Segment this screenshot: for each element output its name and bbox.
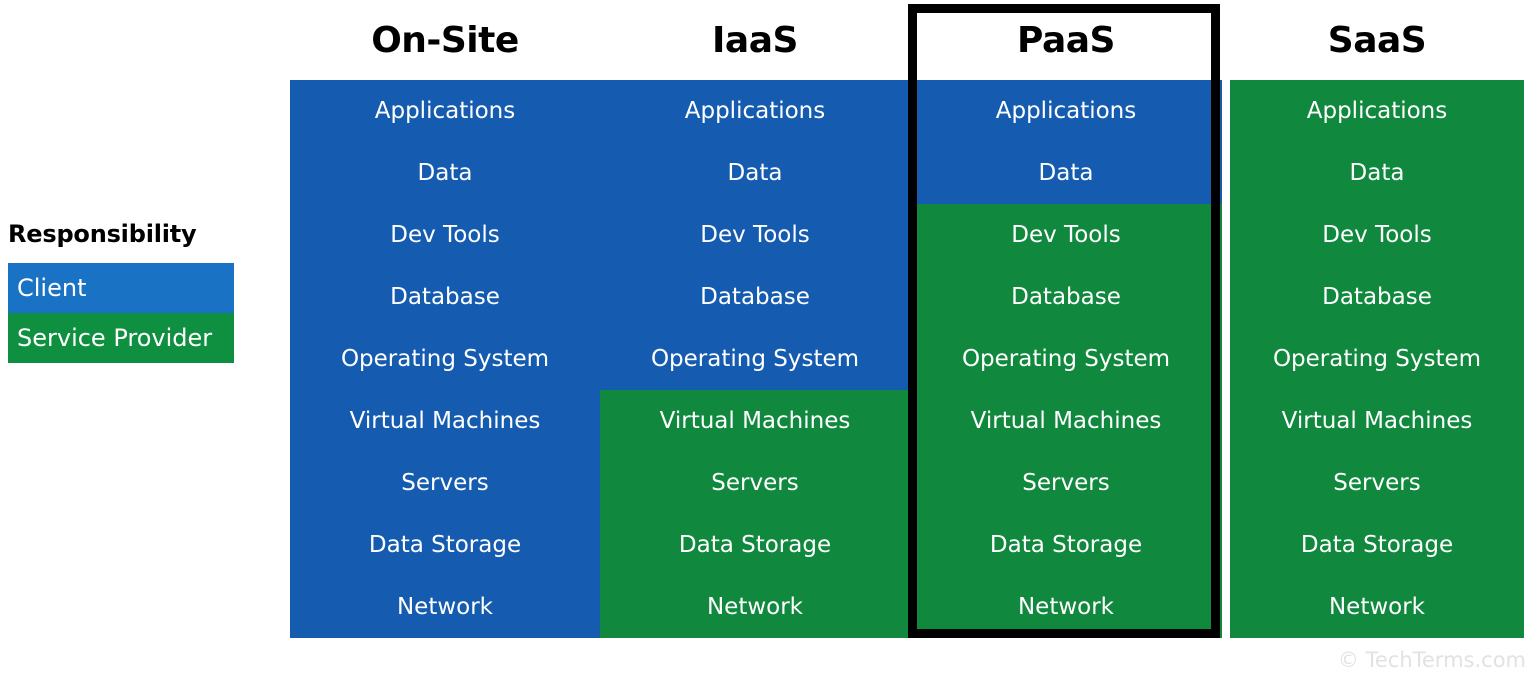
cell-label: Operating System	[961, 345, 1171, 372]
cell-label: Applications	[684, 97, 826, 124]
cell-label: Servers	[711, 469, 799, 496]
cell-paas-network: Network	[910, 576, 1222, 638]
cell-label: Database	[700, 283, 810, 310]
cell-on-site-applications: Applications	[290, 80, 600, 142]
cell-label: Dev Tools	[390, 221, 500, 248]
cell-iaas-data: Data	[600, 142, 910, 204]
cell-label: Virtual Machines	[659, 407, 851, 434]
column-on-site: On-Site Applications Data Dev Tools Databas…	[290, 0, 600, 638]
cell-label: Dev Tools	[700, 221, 810, 248]
cell-saas-database: Database	[1230, 266, 1524, 328]
legend-item-service-provider: Service Provider	[8, 313, 234, 363]
cell-saas-network: Network	[1230, 576, 1524, 638]
cell-label: Operating System	[650, 345, 860, 372]
column-saas: SaaS Applications Data Dev Tools Database Op…	[1230, 0, 1524, 638]
cell-label: Servers	[1333, 469, 1421, 496]
cell-paas-servers: Servers	[910, 452, 1222, 514]
cell-on-site-dev-tools: Dev Tools	[290, 204, 600, 266]
cell-paas-data-storage: Data Storage	[910, 514, 1222, 576]
column-body-iaas: Applications Data Dev Tools Database Operati…	[600, 80, 910, 638]
cell-on-site-database: Database	[290, 266, 600, 328]
legend-item-client-label: Client	[17, 274, 87, 302]
column-body-saas: Applications Data Dev Tools Database Operati…	[1230, 80, 1524, 638]
cell-iaas-servers: Servers	[600, 452, 910, 514]
cell-iaas-network: Network	[600, 576, 910, 638]
cell-label: Virtual Machines	[1281, 407, 1473, 434]
cell-saas-data: Data	[1230, 142, 1524, 204]
cell-label: Network	[396, 593, 494, 620]
cell-paas-data: Data	[910, 142, 1222, 204]
cell-saas-servers: Servers	[1230, 452, 1524, 514]
cell-label: Dev Tools	[1011, 221, 1121, 248]
cell-saas-applications: Applications	[1230, 80, 1524, 142]
responsibility-matrix: On-Site Applications Data Dev Tools Databas…	[290, 0, 1524, 680]
cell-label: Data	[727, 159, 783, 186]
cell-on-site-servers: Servers	[290, 452, 600, 514]
cell-iaas-operating-system: Operating System	[600, 328, 910, 390]
legend: Responsibility Client Service Provider	[8, 222, 234, 363]
column-paas: PaaS Applications Data Dev Tools Database Op…	[910, 0, 1222, 638]
cell-paas-virtual-machines: Virtual Machines	[910, 390, 1222, 452]
cell-paas-dev-tools: Dev Tools	[910, 204, 1222, 266]
cell-label: Data	[417, 159, 473, 186]
cell-label: Servers	[1022, 469, 1110, 496]
cell-label: Database	[390, 283, 500, 310]
diagram-canvas: Responsibility Client Service Provider O…	[0, 0, 1540, 680]
cell-on-site-operating-system: Operating System	[290, 328, 600, 390]
cell-iaas-database: Database	[600, 266, 910, 328]
cell-label: Network	[1328, 593, 1426, 620]
legend-item-service-provider-label: Service Provider	[17, 324, 213, 352]
cell-label: Network	[706, 593, 804, 620]
cell-iaas-applications: Applications	[600, 80, 910, 142]
cell-on-site-network: Network	[290, 576, 600, 638]
cell-label: Database	[1322, 283, 1432, 310]
cell-saas-dev-tools: Dev Tools	[1230, 204, 1524, 266]
column-body-paas: Applications Data Dev Tools Database Operati…	[910, 80, 1222, 638]
cell-iaas-virtual-machines: Virtual Machines	[600, 390, 910, 452]
cell-iaas-data-storage: Data Storage	[600, 514, 910, 576]
cell-label: Data	[1038, 159, 1094, 186]
column-header-on-site: On-Site	[290, 0, 600, 80]
cell-label: Data Storage	[678, 531, 832, 558]
cell-saas-data-storage: Data Storage	[1230, 514, 1524, 576]
cell-label: Operating System	[340, 345, 550, 372]
cell-label: Dev Tools	[1322, 221, 1432, 248]
cell-label: Database	[1011, 283, 1121, 310]
cell-saas-operating-system: Operating System	[1230, 328, 1524, 390]
legend-title: Responsibility	[8, 220, 197, 248]
column-header-saas: SaaS	[1230, 0, 1524, 80]
cell-label: Applications	[995, 97, 1137, 124]
cell-saas-virtual-machines: Virtual Machines	[1230, 390, 1524, 452]
cell-on-site-data-storage: Data Storage	[290, 514, 600, 576]
cell-label: Servers	[401, 469, 489, 496]
cell-iaas-dev-tools: Dev Tools	[600, 204, 910, 266]
cell-paas-applications: Applications	[910, 80, 1222, 142]
column-header-paas: PaaS	[910, 0, 1222, 80]
cell-label: Operating System	[1272, 345, 1482, 372]
cell-paas-database: Database	[910, 266, 1222, 328]
cell-label: Data Storage	[368, 531, 522, 558]
cell-label: Data Storage	[989, 531, 1143, 558]
cell-on-site-virtual-machines: Virtual Machines	[290, 390, 600, 452]
cell-on-site-data: Data	[290, 142, 600, 204]
cell-paas-operating-system: Operating System	[910, 328, 1222, 390]
column-iaas: IaaS Applications Data Dev Tools Database Op…	[600, 0, 910, 638]
cell-label: Network	[1017, 593, 1115, 620]
cell-label: Data Storage	[1300, 531, 1454, 558]
cell-label: Applications	[1306, 97, 1448, 124]
legend-item-client: Client	[8, 263, 234, 313]
column-header-iaas: IaaS	[600, 0, 910, 80]
cell-label: Applications	[374, 97, 516, 124]
copyright-notice: © TechTerms.com	[1337, 648, 1526, 672]
cell-label: Virtual Machines	[970, 407, 1162, 434]
column-body-on-site: Applications Data Dev Tools Database Operati…	[290, 80, 600, 638]
cell-label: Virtual Machines	[349, 407, 541, 434]
cell-label: Data	[1349, 159, 1405, 186]
